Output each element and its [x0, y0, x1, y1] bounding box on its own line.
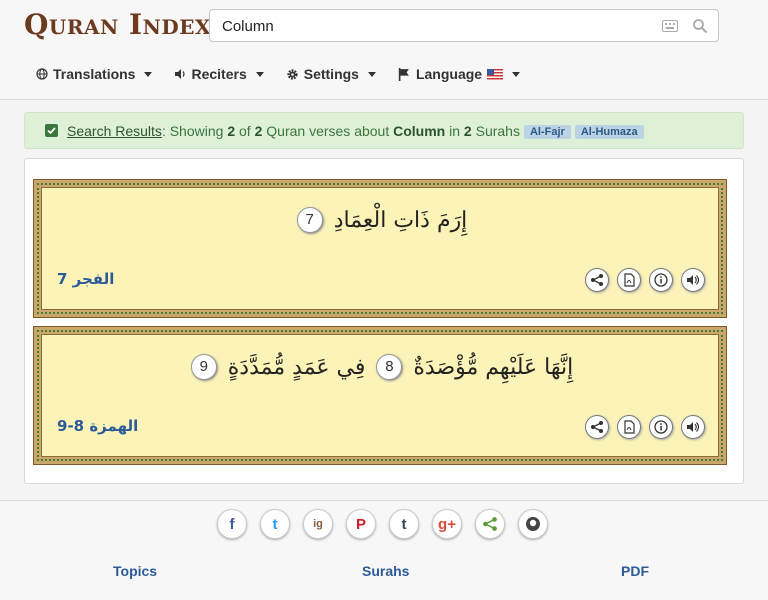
arabic-text: إِرَمَ ذَاتِ الْعِمَادِ	[333, 208, 468, 233]
menu-language[interactable]: Language	[398, 66, 521, 82]
header-bar: Quran Index Column Translations Reciters…	[0, 0, 768, 100]
menu-reciters[interactable]: Reciters	[174, 66, 264, 82]
info-button[interactable]	[649, 268, 673, 292]
verses-panel: إِرَمَ ذَاتِ الْعِمَادِ 7 الفجر 7 إِنَّه…	[24, 158, 744, 484]
search-term: Column	[393, 123, 446, 139]
share-icon	[591, 274, 603, 286]
chevron-down-icon	[512, 71, 521, 77]
share-icon	[591, 421, 603, 433]
top-menu: Translations Reciters Settings Language	[36, 66, 521, 82]
speaker-icon	[687, 422, 700, 432]
gear-icon	[287, 68, 298, 80]
summary-text: of	[235, 123, 255, 139]
chevron-down-icon	[255, 71, 264, 77]
keyboard-icon[interactable]	[662, 20, 678, 32]
tumblr-icon[interactable]: t	[389, 509, 419, 539]
summary-text: Quran verses about	[262, 123, 394, 139]
verse-reference[interactable]: الهمزة 8-9	[57, 417, 138, 435]
globe-icon	[36, 68, 48, 80]
footer-link-surahs[interactable]: Surahs	[362, 563, 409, 579]
menu-label: Settings	[303, 66, 359, 82]
verse-card: إِنَّهَا عَلَيْهِم مُّؤْصَدَةٌ 8 فِي عَم…	[34, 327, 726, 464]
menu-label: Reciters	[191, 66, 247, 82]
info-icon	[654, 420, 668, 434]
share-icon[interactable]	[475, 509, 505, 539]
verse-reference[interactable]: الفجر 7	[57, 270, 114, 288]
share-button[interactable]	[585, 415, 609, 439]
arabic-text: فِي عَمَدٍ مُّمَدَّدَةٍ	[227, 355, 366, 380]
footer-link-pdf[interactable]: PDF	[621, 563, 649, 579]
checkbox-icon	[45, 124, 58, 137]
menu-translations[interactable]: Translations	[36, 66, 153, 82]
ayah-number: 9	[190, 354, 217, 380]
pdf-icon	[624, 273, 635, 287]
search-icon[interactable]	[692, 18, 708, 34]
results-summary: Search Results: Showing 2 of 2 Quran ver…	[67, 123, 644, 139]
us-flag-icon	[487, 68, 504, 80]
pdf-button[interactable]	[617, 415, 641, 439]
verse-actions	[585, 268, 705, 292]
verse-text: إِنَّهَا عَلَيْهِم مُّؤْصَدَةٌ 8 فِي عَم…	[41, 354, 719, 380]
share-button[interactable]	[585, 268, 609, 292]
social-share-bar: f t ig P t g+	[217, 509, 548, 539]
flag-icon	[398, 67, 409, 81]
summary-text: in	[445, 123, 464, 139]
chevron-down-icon	[367, 71, 376, 77]
facebook-icon[interactable]: f	[217, 509, 247, 539]
menu-label: Language	[415, 66, 483, 82]
verse-actions	[585, 415, 705, 439]
logo-text: Quran Index	[24, 8, 211, 41]
search-value: Column	[222, 18, 274, 35]
verse-text: إِرَمَ ذَاتِ الْعِمَادِ 7	[41, 207, 719, 233]
info-button[interactable]	[649, 415, 673, 439]
footer: f t ig P t g+ Topics Surahs PDF	[0, 500, 768, 600]
ayah-number: 8	[376, 354, 403, 380]
surah-tag-al-fajr[interactable]: Al-Fajr	[523, 125, 571, 139]
verse-card: إِرَمَ ذَاتِ الْعِمَادِ 7 الفجر 7	[34, 180, 726, 317]
arabic-text: إِنَّهَا عَلَيْهِم مُّؤْصَدَةٌ	[413, 355, 574, 380]
summary-text: Surahs	[471, 123, 520, 139]
pinterest-icon[interactable]: P	[346, 509, 376, 539]
pdf-icon	[624, 420, 635, 434]
menu-label: Translations	[53, 66, 136, 82]
surah-tag-al-humaza[interactable]: Al-Humaza	[574, 125, 644, 139]
info-icon	[654, 273, 668, 287]
menu-settings[interactable]: Settings	[286, 66, 376, 82]
result-count: 2	[227, 123, 236, 139]
chevron-down-icon	[144, 71, 153, 77]
twitter-icon[interactable]: t	[260, 509, 290, 539]
speaker-icon	[687, 275, 700, 285]
footer-link-topics[interactable]: Topics	[113, 563, 157, 579]
ayah-number: 7	[296, 207, 323, 233]
search-results-link[interactable]: Search Results	[67, 123, 162, 139]
instagram-icon[interactable]: ig	[303, 509, 333, 539]
speaker-icon	[175, 69, 186, 79]
search-input[interactable]: Column	[209, 9, 719, 42]
play-audio-button[interactable]	[681, 268, 705, 292]
summary-text: : Showing	[161, 123, 228, 139]
surah-count: 2	[463, 123, 472, 139]
search-results-alert: Search Results: Showing 2 of 2 Quran ver…	[24, 112, 744, 149]
pdf-button[interactable]	[617, 268, 641, 292]
site-logo[interactable]: Quran Index	[24, 8, 211, 41]
google-plus-icon[interactable]: g+	[432, 509, 462, 539]
github-icon[interactable]	[518, 509, 548, 539]
play-audio-button[interactable]	[681, 415, 705, 439]
